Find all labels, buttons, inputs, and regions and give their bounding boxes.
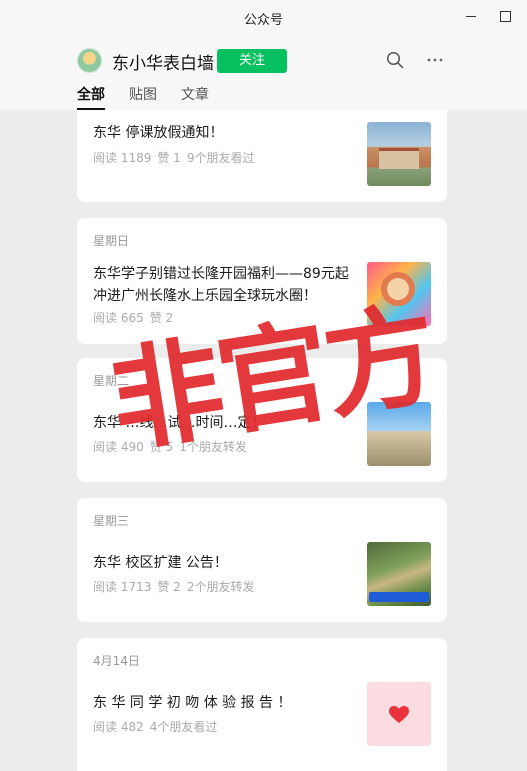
article-card[interactable]: 4月14日 东 华 同 学 初 吻 体 验 报 告 ！ 阅读 482 4个朋友看过 — [77, 638, 447, 771]
article-stats: 阅读 665 赞 2 — [93, 311, 174, 325]
article-thumbnail[interactable] — [367, 682, 431, 746]
article-title[interactable]: 东华 …线…试…时间…定！ — [93, 412, 357, 434]
article-title[interactable]: 东华 校区扩建 公告！ — [93, 552, 357, 574]
article-stats: 阅读 1189 赞 1 9个朋友看过 — [93, 151, 255, 165]
window-titlebar: 公众号 — [0, 0, 527, 34]
article-thumbnail[interactable] — [367, 122, 431, 186]
account-name[interactable]: 东小华表白墙 — [112, 49, 214, 74]
heart-icon — [389, 706, 409, 723]
article-title[interactable]: 东华 停课放假通知！ — [93, 122, 357, 144]
article-thumbnail[interactable] — [367, 402, 431, 466]
article-stats: 阅读 482 4个朋友看过 — [93, 720, 218, 734]
article-thumbnail[interactable] — [367, 262, 431, 326]
article-card[interactable]: 东华 停课放假通知！ 阅读 1189 赞 1 9个朋友看过 — [77, 110, 447, 202]
minimize-icon[interactable] — [463, 8, 479, 24]
article-thumbnail[interactable] — [367, 542, 431, 606]
article-stats: 阅读 490 赞 5 1个朋友转发 — [93, 440, 247, 454]
article-card[interactable]: 星期三 东华 校区扩建 公告！ 阅读 1713 赞 2 2个朋友转发 — [77, 498, 447, 622]
follow-button[interactable]: 关注 — [217, 49, 287, 73]
article-card[interactable]: 星期二 东华 …线…试…时间…定！ 阅读 490 赞 5 1个朋友转发 — [77, 358, 447, 482]
more-icon[interactable] — [425, 51, 445, 69]
maximize-icon[interactable] — [497, 8, 513, 24]
article-day: 星期三 — [93, 514, 130, 528]
article-title[interactable]: 东华学子别错过长隆开园福利——89元起冲进广州长隆水上乐园全球玩水圈！ — [93, 263, 357, 307]
article-day: 4月14日 — [93, 654, 140, 668]
article-day: 星期二 — [93, 374, 130, 388]
account-header: 东小华表白墙 关注 全部 贴图 文章 — [0, 34, 527, 110]
avatar[interactable] — [77, 48, 102, 73]
article-day: 星期日 — [93, 234, 130, 248]
article-title[interactable]: 东 华 同 学 初 吻 体 验 报 告 ！ — [93, 692, 357, 714]
article-card[interactable]: 星期日 东华学子别错过长隆开园福利——89元起冲进广州长隆水上乐园全球玩水圈！ … — [77, 218, 447, 344]
article-stats: 阅读 1713 赞 2 2个朋友转发 — [93, 580, 255, 594]
tab-posts[interactable]: 贴图 — [129, 84, 157, 104]
tab-all[interactable]: 全部 — [77, 84, 105, 104]
tab-articles[interactable]: 文章 — [181, 84, 209, 104]
search-icon[interactable] — [386, 51, 404, 69]
article-feed[interactable]: 东华 停课放假通知！ 阅读 1189 赞 1 9个朋友看过 星期日 东华学子别错过长… — [0, 110, 527, 771]
window-title: 公众号 — [243, 13, 283, 28]
